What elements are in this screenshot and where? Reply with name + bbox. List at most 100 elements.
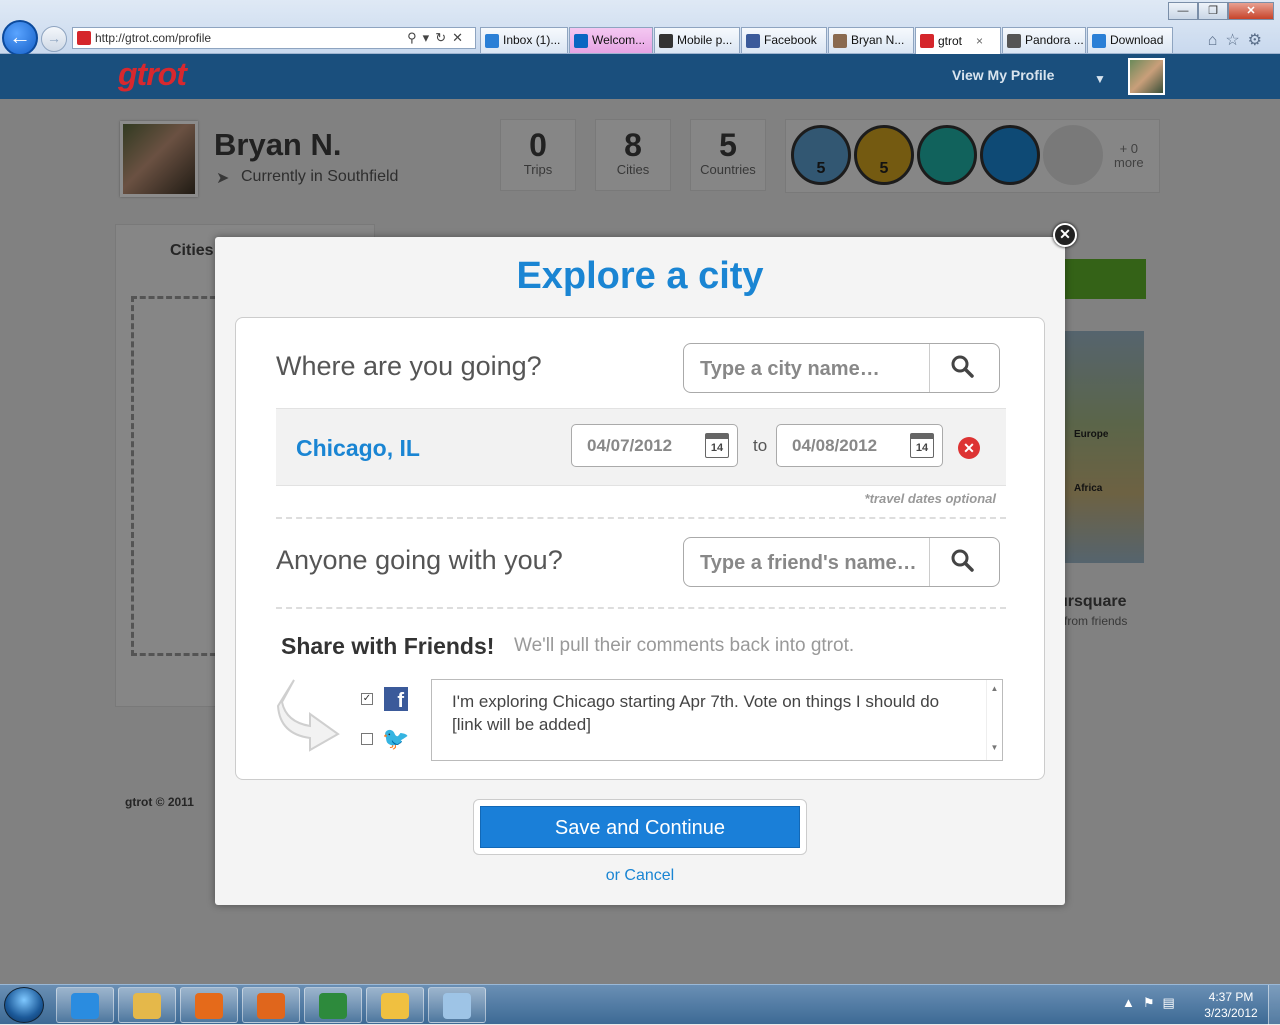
- tab-label: Facebook: [764, 33, 817, 47]
- tab-label: Welcom...: [592, 33, 646, 47]
- modal-title: Explore a city: [516, 255, 764, 297]
- system-tray: ▲⚑▤: [1122, 995, 1183, 1011]
- clock-time[interactable]: 4:37 PM: [1196, 990, 1266, 1004]
- calendar-icon[interactable]: 14: [705, 433, 729, 458]
- address-bar[interactable]: http://gtrot.com/profile ⚲▾↻✕: [72, 27, 476, 49]
- where-label: Where are you going?: [276, 351, 542, 381]
- linkedin-icon: [574, 33, 588, 48]
- clock-date[interactable]: 3/23/2012: [1196, 1006, 1266, 1020]
- tab-6[interactable]: Pandora ...: [1002, 27, 1086, 53]
- favorites-star-icon[interactable]: ☆: [1225, 32, 1247, 49]
- facebook-checkbox[interactable]: ✓: [361, 693, 373, 705]
- paint-icon: [443, 993, 471, 1019]
- tab-close-icon[interactable]: ×: [976, 29, 983, 54]
- address-url: http://gtrot.com/profile: [95, 31, 212, 45]
- share-arrow-icon: [276, 679, 340, 752]
- media-player-icon: [195, 993, 223, 1019]
- divider: [276, 607, 1006, 609]
- cancel-link[interactable]: or Cancel: [215, 867, 1065, 885]
- back-arrow-icon[interactable]: ←: [2, 20, 38, 56]
- share-title: Share with Friends!: [281, 633, 495, 659]
- pandora-icon: [1007, 33, 1021, 48]
- header-avatar[interactable]: [1128, 58, 1165, 95]
- city-search-input[interactable]: Type a city name…: [683, 343, 1000, 393]
- browser-tool-icons: ⌂☆⚙: [1208, 30, 1270, 50]
- paint-taskbar[interactable]: [428, 987, 486, 1023]
- textarea-scrollbar[interactable]: ▲ ▼: [986, 680, 1002, 760]
- search-divider: [929, 344, 930, 392]
- address-tools-icon[interactable]: ⚲▾↻✕: [407, 28, 469, 48]
- tab-5[interactable]: gtrot ×: [915, 27, 1001, 54]
- tab-1[interactable]: Welcom...: [569, 27, 653, 53]
- excel-taskbar[interactable]: [304, 987, 362, 1023]
- gtrot-icon: [920, 34, 934, 48]
- date-from-value: 04/07/2012: [587, 436, 673, 455]
- view-profile-link[interactable]: View My Profile: [952, 67, 1054, 83]
- share-subtitle: We'll pull their comments back into gtro…: [514, 635, 855, 656]
- friend-search-input[interactable]: Type a friend's name…: [683, 537, 1000, 587]
- ie-icon: [485, 33, 499, 48]
- outlook-taskbar[interactable]: [366, 987, 424, 1023]
- tab-strip: Inbox (1)... Welcom... Mobile p... Facebook…: [480, 27, 1174, 54]
- tab-label: Pandora ...: [1025, 33, 1084, 47]
- window-controls: — ❐ ✕: [1168, 2, 1274, 20]
- tab-7[interactable]: Download: [1087, 27, 1173, 53]
- minimize-icon[interactable]: —: [1168, 2, 1198, 20]
- friends-label: Anyone going with you?: [276, 545, 563, 575]
- home-icon[interactable]: ⌂: [1208, 32, 1226, 49]
- save-and-continue-button[interactable]: Save and Continue: [480, 806, 800, 848]
- search-icon[interactable]: [950, 548, 974, 572]
- close-window-icon[interactable]: ✕: [1228, 2, 1274, 20]
- modal-form: Where are you going? Type a city name… C…: [235, 317, 1045, 780]
- windows-start-icon[interactable]: [4, 987, 44, 1023]
- gear-icon[interactable]: ⚙: [1248, 32, 1270, 49]
- tab-0[interactable]: Inbox (1)...: [480, 27, 568, 53]
- twitter-checkbox[interactable]: [361, 733, 373, 745]
- firefox-icon: [257, 993, 285, 1019]
- date-to-input[interactable]: 04/08/2012 14: [776, 424, 943, 467]
- explorer-taskbar[interactable]: [118, 987, 176, 1023]
- tab-label: Inbox (1)...: [503, 33, 561, 47]
- network-icon[interactable]: ▤: [1163, 995, 1183, 1010]
- ie-icon: [1092, 33, 1106, 48]
- remove-city-icon[interactable]: ✕: [958, 437, 980, 459]
- facebook-icon: [746, 33, 760, 48]
- media-player-taskbar[interactable]: [180, 987, 238, 1023]
- share-message-text: I'm exploring Chicago starting Apr 7th. …: [452, 692, 940, 734]
- browser-chrome: ← → http://gtrot.com/profile ⚲▾↻✕ Inbox …: [0, 0, 1280, 56]
- restore-icon[interactable]: ❐: [1198, 2, 1228, 20]
- firefox-taskbar[interactable]: [242, 987, 300, 1023]
- avatar-icon: [833, 33, 847, 48]
- facebook-icon: f: [384, 687, 408, 712]
- date-separator: to: [753, 436, 768, 455]
- excel-icon: [319, 993, 347, 1019]
- flag-icon[interactable]: ⚑: [1143, 995, 1163, 1010]
- outlook-icon: [381, 993, 409, 1019]
- divider: [276, 517, 1006, 519]
- explorer-icon: [133, 993, 161, 1019]
- gtrot-logo[interactable]: gtrot: [118, 56, 187, 93]
- tray-chevron-up-icon[interactable]: ▲: [1122, 995, 1143, 1010]
- search-icon[interactable]: [950, 354, 974, 378]
- ie-icon: [71, 993, 99, 1019]
- search-divider: [929, 538, 930, 586]
- tab-2[interactable]: Mobile p...: [654, 27, 740, 53]
- tab-label: Bryan N...: [851, 33, 905, 47]
- dates-optional-note: *travel dates optional: [864, 491, 996, 506]
- share-message-textarea[interactable]: I'm exploring Chicago starting Apr 7th. …: [431, 679, 1003, 761]
- forward-arrow-icon[interactable]: →: [41, 26, 67, 52]
- city-name[interactable]: Chicago, IL: [296, 435, 420, 462]
- windows-taskbar: ▲⚑▤ 4:37 PM 3/23/2012: [0, 984, 1280, 1025]
- site-header: gtrot View My Profile ▼: [0, 54, 1280, 99]
- ie-taskbar[interactable]: [56, 987, 114, 1023]
- selected-city-row: Chicago, IL 04/07/2012 14 to 04/08/2012 …: [276, 408, 1006, 486]
- date-from-input[interactable]: 04/07/2012 14: [571, 424, 738, 467]
- show-desktop-button[interactable]: [1268, 985, 1280, 1025]
- tab-4[interactable]: Bryan N...: [828, 27, 914, 53]
- tab-3[interactable]: Facebook: [741, 27, 827, 53]
- close-modal-icon[interactable]: ✕: [1053, 223, 1077, 247]
- tab-label: Download: [1110, 33, 1164, 47]
- chevron-down-icon[interactable]: ▼: [1094, 72, 1106, 86]
- calendar-icon[interactable]: 14: [910, 433, 934, 458]
- twitter-bird-icon: 🐦: [382, 726, 410, 751]
